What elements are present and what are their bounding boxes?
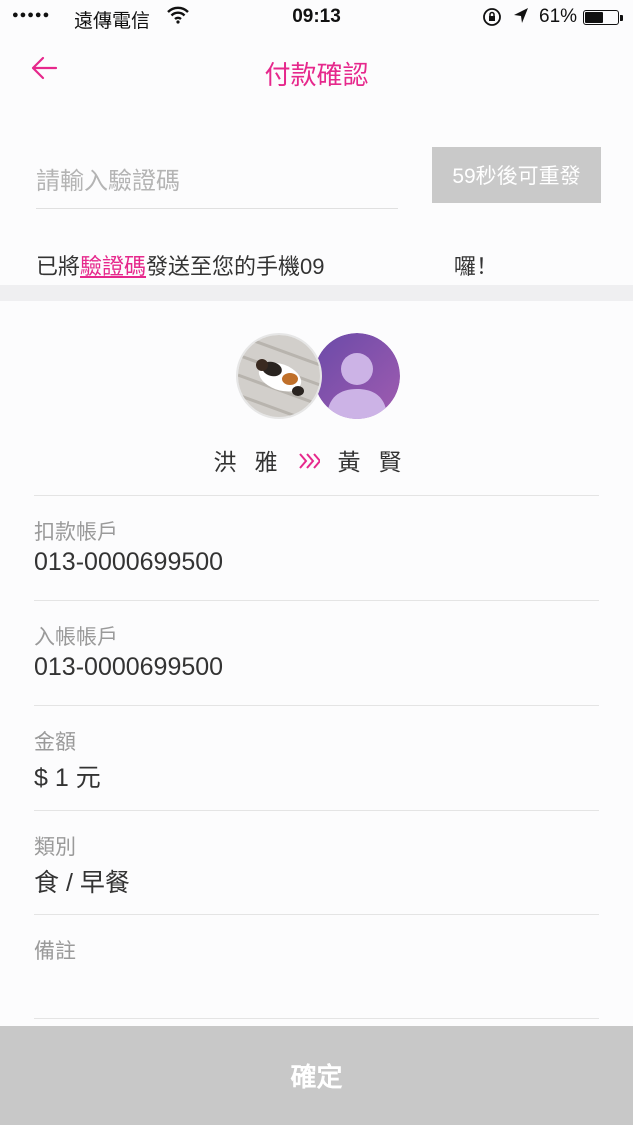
field-label: 類別 — [34, 836, 76, 859]
category-field[interactable]: 類別 食 / 早餐 — [34, 810, 599, 916]
battery-nub — [620, 15, 623, 21]
payer-avatar — [236, 333, 322, 419]
verification-code-link[interactable]: 驗證碼 — [80, 254, 146, 279]
payee-name: 黃賢 — [337, 449, 420, 475]
field-label: 扣款帳戶 — [34, 521, 118, 544]
confirm-button[interactable]: 確定 — [0, 1026, 633, 1125]
page-title: 付款確認 — [264, 60, 369, 90]
section-divider — [0, 285, 633, 301]
note-field[interactable]: 備註 — [34, 914, 599, 1019]
verification-code-input[interactable] — [36, 160, 398, 204]
credit-account-field: 入帳帳戶 013-0000699500 — [34, 600, 599, 706]
field-label: 金額 — [34, 731, 76, 754]
transfer-avatars — [232, 333, 402, 425]
message-suffix: 發送至您的手機09 — [146, 254, 325, 279]
message-prefix: 已將 — [36, 254, 81, 279]
divider — [34, 1018, 599, 1019]
status-bar: ●●●●● 遠傳電信 09:13 61% — [0, 0, 633, 36]
resend-code-button[interactable]: 59秒後可重發 — [432, 147, 601, 203]
battery-icon — [583, 10, 623, 25]
nav-bar: 付款確認 — [0, 40, 633, 104]
transfer-names: 洪雅 黃賢 — [0, 443, 633, 477]
message-tail: 囉！ — [454, 254, 499, 279]
field-value: $ 1 元 — [34, 764, 101, 792]
debit-account-field: 扣款帳戶 013-0000699500 — [34, 495, 599, 601]
field-value: 013-0000699500 — [34, 653, 224, 681]
field-label: 入帳帳戶 — [34, 626, 118, 649]
field-value: 食 / 早餐 — [34, 869, 130, 897]
verification-code-field[interactable] — [36, 160, 398, 209]
double-chevron-right-icon — [298, 450, 321, 476]
field-label: 備註 — [34, 940, 76, 963]
location-arrow-icon — [512, 6, 530, 32]
rotation-lock-icon — [482, 7, 502, 32]
battery-fill — [585, 12, 604, 23]
field-value: 013-0000699500 — [34, 548, 224, 576]
battery-percent: 61% — [539, 6, 578, 27]
payer-name: 洪雅 — [213, 449, 296, 475]
code-sent-message: 已將驗證碼發送至您的手機09 囉！ — [36, 249, 616, 281]
amount-field: 金額 $ 1 元 — [34, 705, 599, 811]
payee-avatar — [314, 333, 400, 419]
